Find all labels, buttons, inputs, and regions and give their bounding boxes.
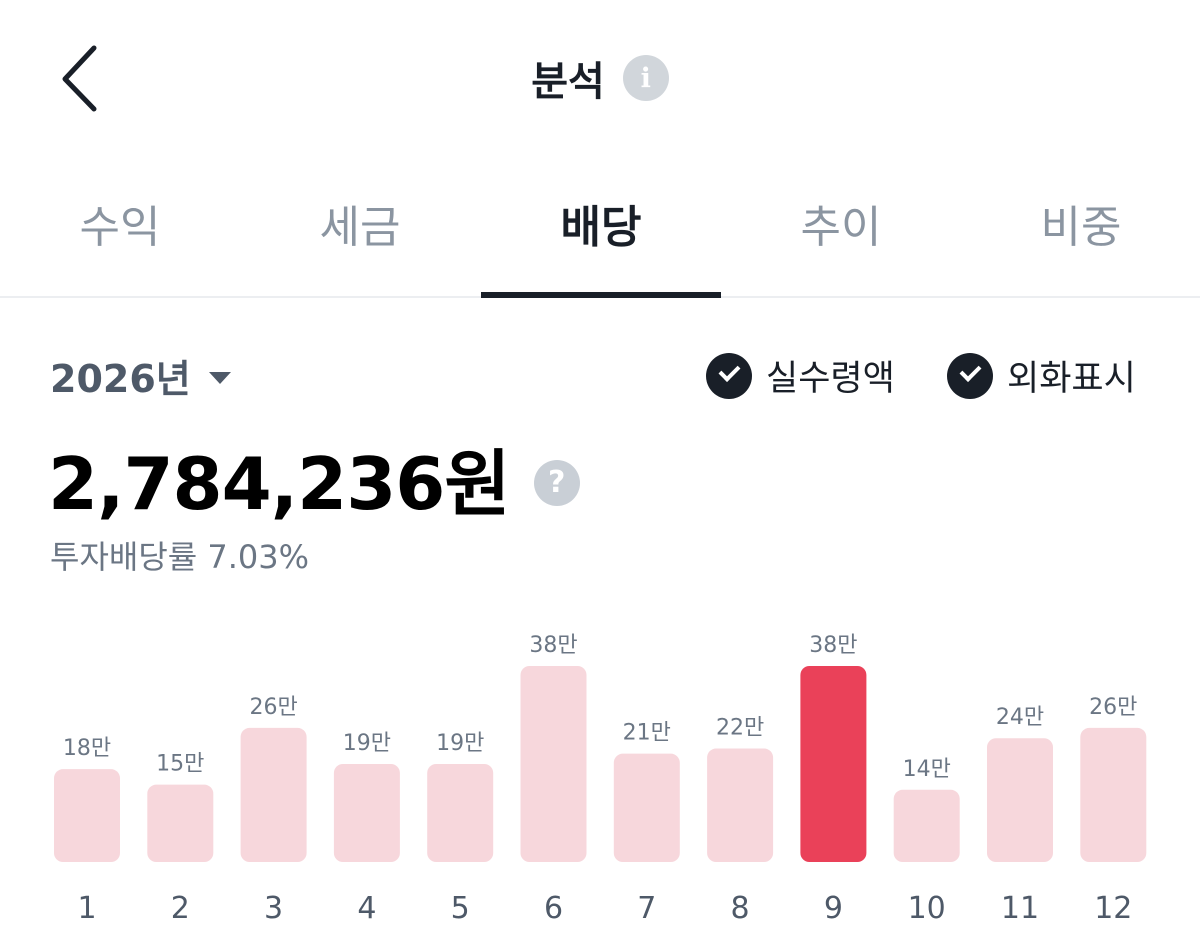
bar-value-label: 19만 [343,731,391,756]
bar-value-label: 19만 [436,731,484,756]
info-icon[interactable]: i [622,55,669,101]
month-tick-label: 9 [824,891,843,926]
year-label: 2026년 [50,357,191,401]
bar-value-label: 14만 [903,757,951,782]
month-tick-label: 10 [908,891,946,926]
bar-month-8[interactable] [707,748,774,862]
bar-month-7[interactable] [613,753,680,862]
title-bar: 분석 i [0,48,1200,108]
toggle-net-amount[interactable]: 실수령액 [706,350,895,401]
bar-month-2[interactable] [147,784,214,862]
bar-value-label: 22만 [716,716,764,741]
bar-value-label: 15만 [156,752,204,777]
month-tick-label: 8 [731,891,750,926]
toggle-net-label: 실수령액 [766,359,895,399]
page-title: 분석 [531,59,605,105]
tab-bar: 수익 세금 배당 추이 비중 [0,182,1200,298]
month-tick-label: 2 [171,891,190,926]
check-icon [947,352,993,399]
month-tick-label: 12 [1094,891,1132,926]
toggle-fx-label: 외화표시 [1007,359,1136,399]
bar-month-11[interactable] [987,738,1053,862]
tab-tax[interactable]: 세금 [240,182,480,298]
bar-value-label: 24만 [996,705,1044,730]
toggle-foreign-currency[interactable]: 외화표시 [947,350,1136,401]
bar-month-9[interactable] [800,666,867,862]
check-icon [706,352,752,399]
bar-month-4[interactable] [333,764,400,862]
month-tick-label: 6 [544,891,563,926]
bar-month-10[interactable] [893,789,960,862]
year-selector[interactable]: 2026년 [50,348,231,403]
bar-value-label: 38만 [809,633,857,658]
bar-value-label: 26만 [1089,695,1137,720]
monthly-dividend-chart: 18만 1 15만 2 26만 3 19만 4 19만 5 38만 6 21만 7 22만 8 38만 9 14만 1… [54,633,1147,926]
tab-dividend[interactable]: 배당 [481,182,721,298]
bar-value-label: 18만 [63,736,111,761]
month-tick-label: 4 [357,891,376,926]
bar-value-label: 26만 [249,695,297,720]
bar-month-3[interactable] [240,727,307,862]
month-tick-label: 3 [264,891,283,926]
bar-value-label: 21만 [623,721,671,746]
month-tick-label: 11 [1001,891,1039,926]
tab-weight[interactable]: 비중 [961,182,1200,298]
caret-down-icon [208,371,231,384]
tab-profit[interactable]: 수익 [0,182,240,298]
bar-month-6[interactable] [520,666,587,862]
question-icon[interactable]: ? [533,459,580,506]
month-tick-label: 1 [77,891,96,926]
bar-value-label: 38만 [529,633,577,658]
month-tick-label: 7 [637,891,656,926]
bar-month-1[interactable] [54,769,120,862]
total-amount-row: 2,784,236원 ? [48,425,580,530]
header: 분석 i [0,0,1200,150]
dividend-yield: 투자배당률 7.03% [50,538,310,576]
bar-month-12[interactable] [1080,727,1147,862]
tab-trend[interactable]: 추이 [721,182,961,298]
active-tab-indicator [481,292,721,298]
bar-month-5[interactable] [427,764,494,862]
total-dividend-amount: 2,784,236원 [48,442,511,526]
month-tick-label: 5 [451,891,470,926]
